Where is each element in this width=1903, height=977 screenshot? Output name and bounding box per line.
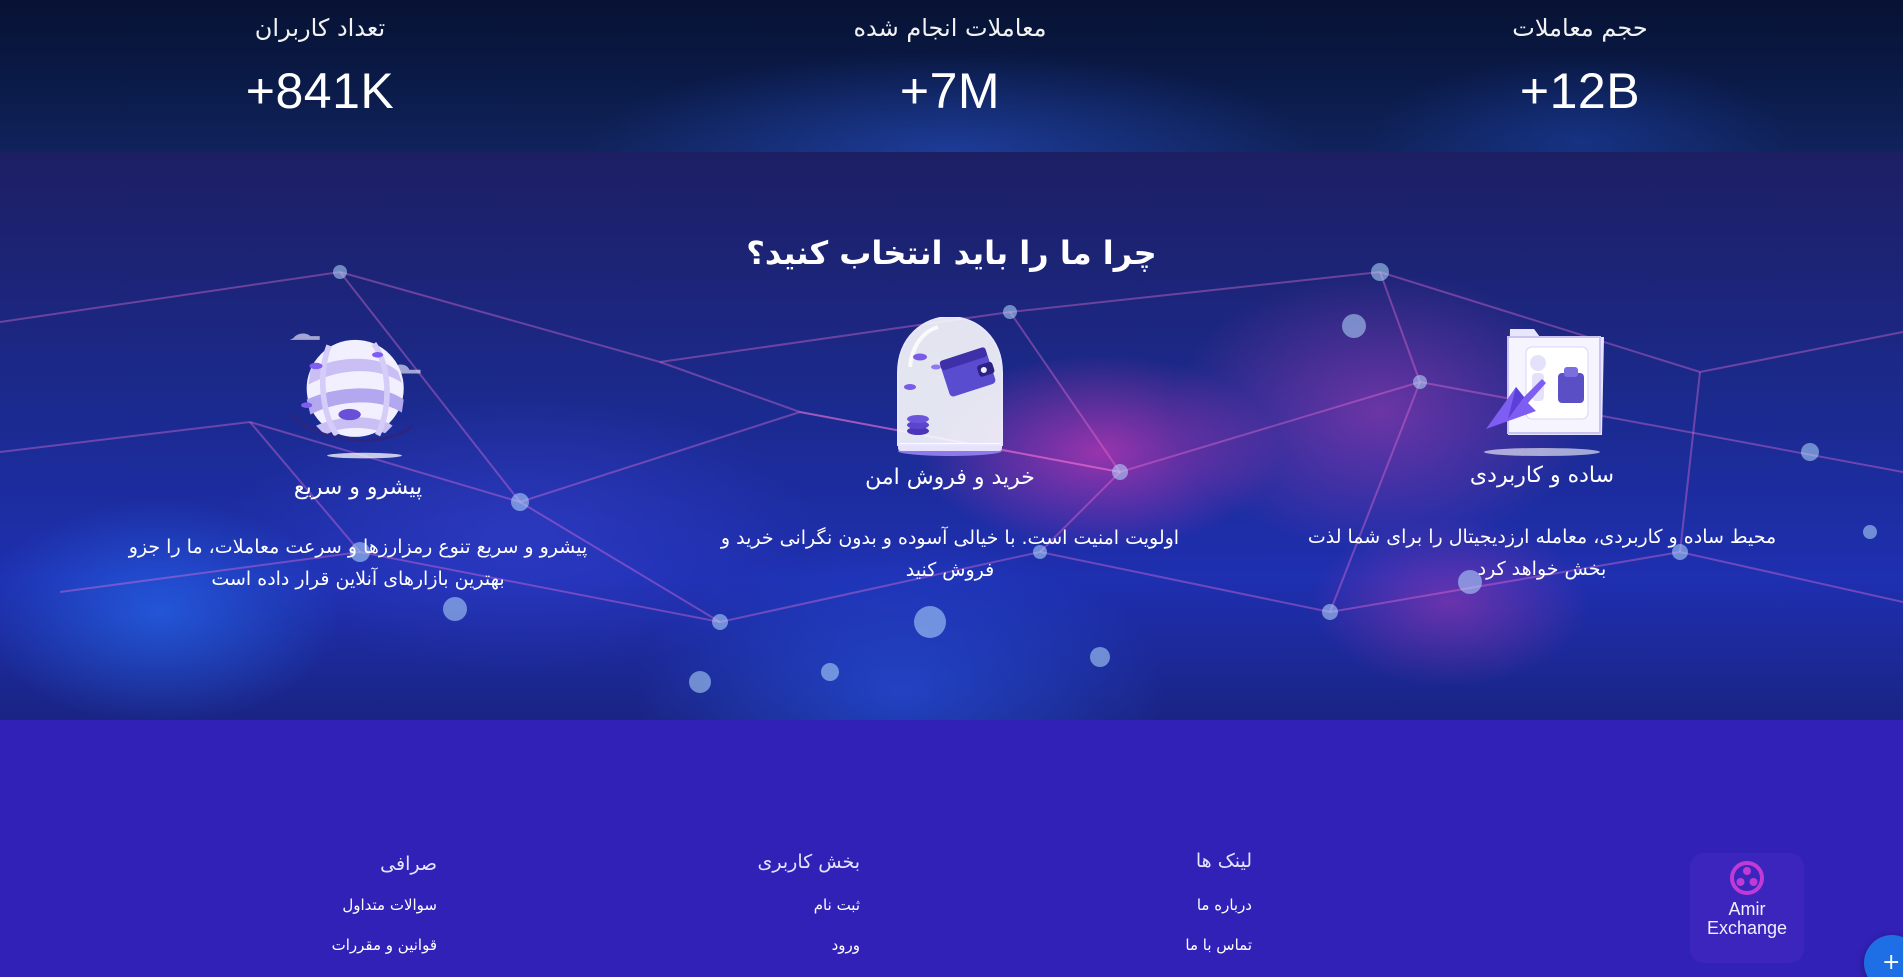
feature-description-line: پیشرو و سریع تنوع رمزارزها و سرعت معاملا… bbox=[128, 536, 588, 558]
feature-title: ساده و کاربردی bbox=[1469, 463, 1615, 488]
feature-description-line: فروش کنید bbox=[905, 559, 995, 581]
feature-description-line: بخش خواهد کرد bbox=[1477, 558, 1607, 580]
footer: لینک ها درباره ما تماس با ما بخش کاربری … bbox=[0, 720, 1903, 977]
stat-label: حجم معاملات bbox=[1512, 14, 1648, 42]
stat-value: +7M bbox=[899, 63, 1001, 119]
stat-value: +841K bbox=[245, 63, 395, 119]
section-heading: چرا ما را باید انتخاب کنید؟ bbox=[746, 234, 1157, 272]
feature-title: پیشرو و سریع bbox=[293, 475, 423, 500]
folder-cursor-illustration bbox=[1484, 329, 1604, 456]
brand-logo[interactable]: Amir Exchange bbox=[1690, 853, 1804, 963]
why-choose-us-section: چرا ما را باید انتخاب کنید؟ ساده و کاربر… bbox=[0, 152, 1903, 720]
feature-title: خرید و فروش امن bbox=[865, 465, 1035, 490]
brand-name-line: Amir bbox=[1728, 899, 1766, 919]
feature-description: پیشرو و سریع تنوع رمزارزها و سرعت معاملا… bbox=[118, 531, 598, 595]
globe-coins-illustration bbox=[289, 333, 421, 459]
footer-column-title: بخش کاربری bbox=[757, 851, 860, 873]
feature-description: محیط ساده و کاربردی، معامله ارزدیجیتال ر… bbox=[1302, 521, 1782, 585]
feature-description-line: بهترین بازارهای آنلاین قرار داده است bbox=[211, 568, 505, 590]
feature-description: اولویت امنیت است. با خیالی آسوده و بدون … bbox=[710, 522, 1190, 586]
footer-link-contact-us[interactable]: تماس با ما bbox=[1185, 936, 1252, 954]
footer-link-about-us[interactable]: درباره ما bbox=[1197, 896, 1252, 914]
brand-name-line: Exchange bbox=[1706, 918, 1788, 938]
amir-exchange-logo-icon bbox=[1730, 861, 1764, 895]
stat-label: تعداد کاربران bbox=[254, 14, 386, 42]
footer-link-terms[interactable]: قوانین و مقررات bbox=[332, 936, 437, 954]
feature-description-line: اولویت امنیت است. با خیالی آسوده و بدون … bbox=[720, 527, 1180, 549]
plus-icon: + bbox=[1882, 950, 1901, 975]
wallet-dome-illustration bbox=[897, 317, 1003, 456]
stats-band: حجم معاملات +12B معاملات انجام شده +7M ت… bbox=[0, 0, 1903, 152]
footer-link-faq[interactable]: سوالات متداول bbox=[342, 896, 437, 914]
feature-description-line: محیط ساده و کاربردی، معامله ارزدیجیتال ر… bbox=[1307, 526, 1777, 548]
footer-link-login[interactable]: ورود bbox=[832, 936, 860, 954]
footer-column-title: صرافی bbox=[380, 853, 437, 875]
brand-name: Amir Exchange bbox=[1690, 900, 1804, 938]
footer-link-register[interactable]: ثبت نام bbox=[814, 896, 860, 914]
stat-value: +12B bbox=[1519, 63, 1641, 119]
stat-label: معاملات انجام شده bbox=[853, 14, 1047, 42]
footer-column-title: لینک ها bbox=[1195, 850, 1252, 872]
